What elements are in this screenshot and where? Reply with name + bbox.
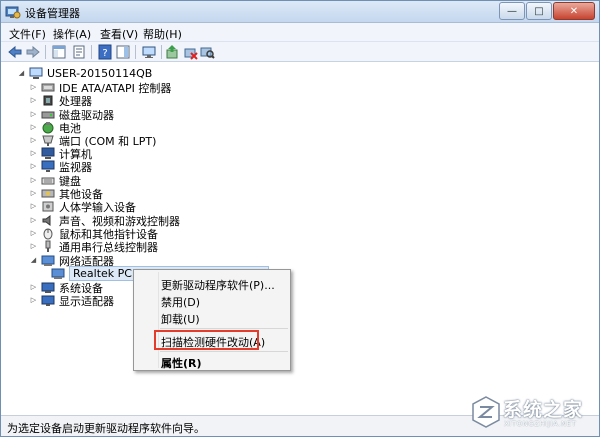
watermark-text: 系统之家: [503, 399, 584, 421]
monitor-icon[interactable]: [141, 44, 157, 60]
expand-arrow-icon[interactable]: ▷: [29, 229, 38, 238]
tree-item-hid[interactable]: ▷ 人体学输入设备: [29, 200, 136, 214]
watermark: 系统之家 XITONGZHIJIA.NET: [469, 393, 597, 433]
battery-icon: [42, 122, 54, 134]
expand-arrow-icon[interactable]: ▷: [29, 283, 38, 292]
tree-root[interactable]: ◢ USER-20150114QB: [17, 67, 153, 80]
toolbar-separator: [161, 45, 162, 59]
tree-item-label: 显示适配器: [59, 294, 114, 308]
svg-text:?: ?: [102, 48, 107, 59]
toolbar-separator: [91, 45, 92, 59]
expand-arrow-icon[interactable]: ▷: [29, 83, 38, 92]
window-controls: — □ ✕: [498, 2, 595, 20]
menu-help[interactable]: 帮助(H): [143, 26, 182, 42]
tree-item-processor[interactable]: ▷ 处理器: [29, 94, 92, 108]
expand-arrow-icon[interactable]: ▷: [29, 242, 38, 251]
window-title: 设备管理器: [25, 7, 80, 20]
title-bar[interactable]: 设备管理器 — □ ✕: [1, 1, 599, 23]
maximize-button[interactable]: □: [526, 2, 552, 20]
back-icon[interactable]: [7, 44, 23, 60]
mouse-icon: [43, 228, 53, 240]
close-button[interactable]: ✕: [553, 2, 595, 20]
device-tree[interactable]: ◢ USER-20150114QB ▷ IDE ATA/ATAPI 控制器 ▷ …: [1, 63, 599, 415]
tree-item-usb[interactable]: ▷ 通用串行总线控制器: [29, 240, 158, 254]
menu-gutter: [158, 272, 159, 368]
collapse-arrow-icon[interactable]: ◢: [17, 69, 26, 78]
toolbar-separator: [135, 45, 136, 59]
help-icon[interactable]: ?: [97, 44, 113, 60]
tree-item-display[interactable]: ▷ 显示适配器: [29, 294, 114, 308]
watermark-logo-icon: [472, 396, 500, 428]
system-devices-icon: [41, 282, 55, 293]
tree-item-monitor[interactable]: ▷ 监视器: [29, 160, 92, 174]
update-driver-menu-item[interactable]: 更新驱动程序软件(P)...: [161, 277, 275, 293]
expand-arrow-icon[interactable]: ▷: [29, 149, 38, 158]
menu-file[interactable]: 文件(F): [9, 26, 46, 42]
toolbar-separator: [45, 45, 46, 59]
minimize-button[interactable]: —: [499, 2, 525, 20]
network-card-icon: [51, 268, 65, 279]
menu-view[interactable]: 查看(V): [100, 26, 138, 42]
toolbar: ?: [1, 42, 599, 62]
expand-arrow-icon[interactable]: ▷: [29, 202, 38, 211]
monitor-icon: [41, 160, 55, 172]
uninstall-menu-item[interactable]: 卸载(U): [161, 311, 200, 327]
hid-icon: [42, 201, 54, 212]
expand-arrow-icon[interactable]: ▷: [29, 189, 38, 198]
usb-icon: [45, 240, 51, 252]
update-driver-icon[interactable]: [164, 44, 180, 60]
context-menu: 更新驱动程序软件(P)... 禁用(D) 卸载(U) 扫描检测硬件改动(A) 属…: [133, 269, 291, 371]
keyboard-icon: [41, 177, 55, 185]
computer-icon: [41, 147, 55, 159]
forward-icon[interactable]: [25, 44, 41, 60]
other-devices-icon: [41, 189, 55, 198]
menu-action[interactable]: 操作(A): [53, 26, 91, 42]
properties-icon[interactable]: [71, 44, 87, 60]
expand-arrow-icon[interactable]: ▷: [29, 216, 38, 225]
expand-arrow-icon[interactable]: ▷: [29, 110, 38, 119]
expand-arrow-icon[interactable]: ▷: [29, 136, 38, 145]
highlight-annotation: [154, 330, 259, 350]
sound-icon: [42, 215, 51, 226]
uninstall-icon[interactable]: [182, 44, 198, 60]
device-manager-window: 设备管理器 — □ ✕ 文件(F) 操作(A) 查看(V) 帮助(H) ? ◢ …: [0, 0, 600, 437]
expand-arrow-icon[interactable]: ▷: [29, 123, 38, 132]
collapse-arrow-icon[interactable]: ◢: [29, 256, 38, 265]
menu-bar: 文件(F) 操作(A) 查看(V) 帮助(H): [1, 23, 599, 42]
processor-icon: [43, 95, 53, 106]
menu-separator: [160, 328, 288, 329]
network-adapter-icon: [41, 255, 55, 266]
device-manager-icon: [5, 6, 21, 19]
watermark-subtext: XITONGZHIJIA.NET: [504, 420, 577, 428]
port-icon: [42, 135, 54, 146]
ide-controller-icon: [41, 83, 55, 92]
expand-arrow-icon[interactable]: ▷: [29, 176, 38, 185]
display-adapter-icon: [41, 295, 55, 306]
expand-arrow-icon[interactable]: ▷: [29, 162, 38, 171]
menu-separator: [160, 351, 288, 352]
tree-item-port[interactable]: ▷ 端口 (COM 和 LPT): [29, 134, 157, 148]
tree-item-ide[interactable]: ▷ IDE ATA/ATAPI 控制器: [29, 81, 172, 95]
show-hide-console-tree-icon[interactable]: [51, 44, 67, 60]
scan-hardware-icon[interactable]: [199, 44, 215, 60]
show-action-pane-icon[interactable]: [115, 44, 131, 60]
expand-arrow-icon[interactable]: ▷: [29, 296, 38, 305]
computer-icon: [29, 67, 43, 79]
expand-arrow-icon[interactable]: ▷: [29, 96, 38, 105]
tree-root-label: USER-20150114QB: [47, 67, 153, 80]
properties-menu-item[interactable]: 属性(R): [161, 355, 202, 371]
status-text: 为选定设备启动更新驱动程序软件向导。: [7, 422, 205, 435]
disable-menu-item[interactable]: 禁用(D): [161, 294, 200, 310]
disk-drive-icon: [41, 111, 55, 119]
